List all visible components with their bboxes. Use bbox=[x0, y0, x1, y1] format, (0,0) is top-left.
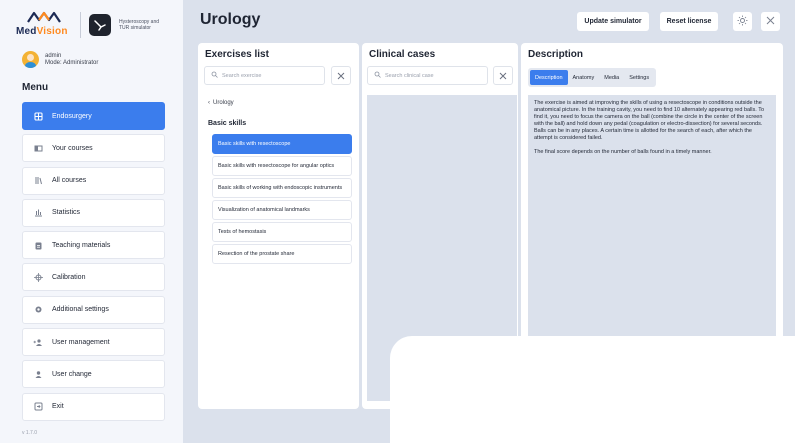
close-icon bbox=[337, 72, 345, 79]
back-link[interactable]: ‹ Urology bbox=[208, 100, 234, 106]
search-icon bbox=[211, 71, 218, 80]
user-mode: Mode: Administrator bbox=[45, 59, 99, 66]
menu-item-user-management[interactable]: User management bbox=[22, 328, 165, 357]
close-icon bbox=[499, 72, 507, 79]
exercise-search-input[interactable] bbox=[222, 72, 313, 79]
simulator-icon bbox=[89, 14, 111, 36]
exercise-item[interactable]: Tests of hemostasis bbox=[212, 222, 352, 242]
description-paragraph: The final score depends on the number of… bbox=[534, 149, 712, 155]
tab-settings[interactable]: Settings bbox=[624, 70, 654, 85]
page-title: Urology bbox=[200, 11, 261, 28]
menu-title: Menu bbox=[22, 82, 49, 93]
exit-icon bbox=[33, 402, 43, 412]
description-paragraph: The exercise is aimed at improving the s… bbox=[534, 100, 765, 141]
menu-item-additional-settings[interactable]: Additional settings bbox=[22, 295, 165, 324]
case-search-clear-button[interactable] bbox=[493, 66, 513, 85]
book-icon bbox=[33, 143, 43, 153]
menu-item-exit[interactable]: Exit bbox=[22, 392, 165, 421]
reset-license-button[interactable]: Reset license bbox=[660, 12, 718, 31]
exercise-item[interactable]: Basic skills with resectoscope bbox=[212, 134, 352, 154]
close-icon bbox=[766, 16, 775, 28]
theme-toggle-button[interactable] bbox=[733, 12, 752, 31]
exercise-item[interactable]: Visualization of anatomical landmarks bbox=[212, 200, 352, 220]
user-name: admin bbox=[45, 52, 62, 59]
exercise-item[interactable]: Resection of the prostate share bbox=[212, 244, 352, 264]
user-icon bbox=[33, 369, 43, 379]
medvision-logo: MedVision bbox=[16, 10, 72, 40]
menu-item-teaching-materials[interactable]: Teaching materials bbox=[22, 231, 165, 260]
menu: Endosurgery Your courses All courses Sta… bbox=[22, 102, 165, 425]
menu-item-endosurgery[interactable]: Endosurgery bbox=[22, 102, 165, 130]
description-title: Description bbox=[528, 49, 584, 60]
menu-item-statistics[interactable]: Statistics bbox=[22, 198, 165, 227]
grid-icon bbox=[33, 111, 43, 121]
library-icon bbox=[33, 176, 43, 186]
tab-description[interactable]: Description bbox=[530, 70, 568, 85]
overlay-shape bbox=[390, 336, 795, 443]
crosshair-icon bbox=[33, 272, 43, 282]
logo-row: MedVision Hysteroscopy and TUR simulator bbox=[16, 10, 176, 40]
close-button[interactable] bbox=[761, 12, 780, 31]
tab-anatomy[interactable]: Anatomy bbox=[568, 70, 600, 85]
exercises-panel: Exercises list ‹Urology Basic skills Bas… bbox=[198, 43, 359, 409]
description-tabs: Description Anatomy Media Settings bbox=[528, 68, 657, 87]
exercise-item[interactable]: Basic skills of working with endoscopic … bbox=[212, 178, 352, 198]
sun-icon bbox=[737, 15, 748, 29]
exercises-title: Exercises list bbox=[205, 49, 269, 60]
exercise-search-clear-button[interactable] bbox=[331, 66, 351, 85]
clinical-cases-title: Clinical cases bbox=[369, 49, 436, 60]
exercise-search[interactable] bbox=[204, 66, 325, 85]
exercise-item[interactable]: Basic skills with resectoscope for angul… bbox=[212, 156, 352, 176]
menu-item-all-courses[interactable]: All courses bbox=[22, 166, 165, 195]
users-icon bbox=[33, 337, 43, 347]
exercise-list: Basic skills with resectoscope Basic ski… bbox=[212, 134, 352, 266]
avatar bbox=[22, 51, 39, 68]
logo-divider bbox=[80, 12, 81, 38]
gear-icon bbox=[33, 305, 43, 315]
bar-chart-icon bbox=[33, 208, 43, 218]
tab-media[interactable]: Media bbox=[599, 70, 624, 85]
case-search-input[interactable] bbox=[385, 72, 476, 79]
menu-item-user-change[interactable]: User change bbox=[22, 360, 165, 389]
sidebar: MedVision Hysteroscopy and TUR simulator… bbox=[0, 0, 183, 443]
group-title: Basic skills bbox=[208, 120, 247, 127]
update-simulator-button[interactable]: Update simulator bbox=[577, 12, 649, 31]
version-label: v 1.7.0 bbox=[22, 430, 38, 436]
clipboard-icon bbox=[33, 240, 43, 250]
menu-item-your-courses[interactable]: Your courses bbox=[22, 134, 165, 163]
case-search[interactable] bbox=[367, 66, 488, 85]
simulator-name: Hysteroscopy and TUR simulator bbox=[119, 19, 160, 31]
user-block: admin Mode: Administrator bbox=[22, 51, 98, 68]
chevron-left-icon: ‹ bbox=[208, 100, 210, 106]
menu-item-calibration[interactable]: Calibration bbox=[22, 263, 165, 292]
search-icon bbox=[374, 71, 381, 80]
